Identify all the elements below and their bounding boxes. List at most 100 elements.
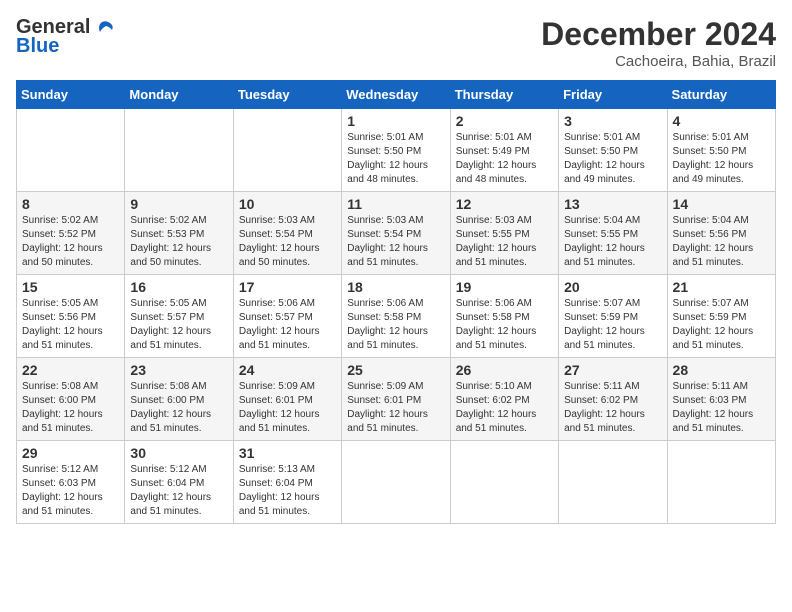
day-info: Sunrise: 5:03 AMSunset: 5:54 PMDaylight:…: [239, 215, 320, 268]
logo-text-blue: Blue: [16, 35, 59, 58]
empty-cell: [17, 109, 125, 192]
column-header-thursday: Thursday: [450, 81, 558, 109]
day-number: 30: [130, 445, 227, 461]
day-info: Sunrise: 5:09 AMSunset: 6:01 PMDaylight:…: [239, 381, 320, 434]
calendar-day-cell: 13 Sunrise: 5:04 AMSunset: 5:55 PMDaylig…: [559, 192, 667, 275]
day-info: Sunrise: 5:11 AMSunset: 6:03 PMDaylight:…: [673, 381, 754, 434]
day-number: 20: [564, 279, 661, 295]
day-info: Sunrise: 5:07 AMSunset: 5:59 PMDaylight:…: [564, 298, 645, 351]
calendar-day-cell: 1 Sunrise: 5:01 AMSunset: 5:50 PMDayligh…: [342, 109, 450, 192]
day-number: 21: [673, 279, 770, 295]
calendar-day-cell: 15 Sunrise: 5:05 AMSunset: 5:56 PMDaylig…: [17, 275, 125, 358]
day-number: 14: [673, 196, 770, 212]
day-number: 10: [239, 196, 336, 212]
calendar-day-cell: 30 Sunrise: 5:12 AMSunset: 6:04 PMDaylig…: [125, 441, 233, 524]
calendar-day-cell: 8 Sunrise: 5:02 AMSunset: 5:52 PMDayligh…: [17, 192, 125, 275]
month-title: December 2024: [541, 16, 776, 53]
calendar-day-cell: 29 Sunrise: 5:12 AMSunset: 6:03 PMDaylig…: [17, 441, 125, 524]
page-header: General Blue December 2024 Cachoeira, Ba…: [16, 16, 776, 70]
day-info: Sunrise: 5:06 AMSunset: 5:57 PMDaylight:…: [239, 298, 320, 351]
day-info: Sunrise: 5:03 AMSunset: 5:54 PMDaylight:…: [347, 215, 428, 268]
logo-bird-icon: [92, 20, 114, 36]
calendar-day-cell: 10 Sunrise: 5:03 AMSunset: 5:54 PMDaylig…: [233, 192, 341, 275]
day-info: Sunrise: 5:02 AMSunset: 5:52 PMDaylight:…: [22, 215, 103, 268]
calendar-week-row: 29 Sunrise: 5:12 AMSunset: 6:03 PMDaylig…: [17, 441, 776, 524]
day-number: 19: [456, 279, 553, 295]
day-info: Sunrise: 5:10 AMSunset: 6:02 PMDaylight:…: [456, 381, 537, 434]
location-subtitle: Cachoeira, Bahia, Brazil: [541, 53, 776, 70]
day-info: Sunrise: 5:02 AMSunset: 5:53 PMDaylight:…: [130, 215, 211, 268]
calendar-day-cell: 11 Sunrise: 5:03 AMSunset: 5:54 PMDaylig…: [342, 192, 450, 275]
day-number: 8: [22, 196, 119, 212]
day-number: 11: [347, 196, 444, 212]
day-number: 25: [347, 362, 444, 378]
calendar-day-cell: 23 Sunrise: 5:08 AMSunset: 6:00 PMDaylig…: [125, 358, 233, 441]
day-number: 17: [239, 279, 336, 295]
calendar-day-cell: 28 Sunrise: 5:11 AMSunset: 6:03 PMDaylig…: [667, 358, 775, 441]
day-number: 16: [130, 279, 227, 295]
day-number: 28: [673, 362, 770, 378]
day-info: Sunrise: 5:08 AMSunset: 6:00 PMDaylight:…: [22, 381, 103, 434]
day-info: Sunrise: 5:07 AMSunset: 5:59 PMDaylight:…: [673, 298, 754, 351]
empty-cell: [342, 441, 450, 524]
empty-cell: [559, 441, 667, 524]
calendar-table: SundayMondayTuesdayWednesdayThursdayFrid…: [16, 80, 776, 524]
calendar-day-cell: 16 Sunrise: 5:05 AMSunset: 5:57 PMDaylig…: [125, 275, 233, 358]
day-number: 27: [564, 362, 661, 378]
calendar-day-cell: 27 Sunrise: 5:11 AMSunset: 6:02 PMDaylig…: [559, 358, 667, 441]
day-info: Sunrise: 5:04 AMSunset: 5:56 PMDaylight:…: [673, 215, 754, 268]
day-info: Sunrise: 5:01 AMSunset: 5:49 PMDaylight:…: [456, 132, 537, 185]
logo: General Blue: [16, 16, 114, 58]
day-number: 13: [564, 196, 661, 212]
day-number: 1: [347, 113, 444, 129]
day-info: Sunrise: 5:13 AMSunset: 6:04 PMDaylight:…: [239, 464, 320, 517]
day-info: Sunrise: 5:05 AMSunset: 5:56 PMDaylight:…: [22, 298, 103, 351]
calendar-day-cell: 4 Sunrise: 5:01 AMSunset: 5:50 PMDayligh…: [667, 109, 775, 192]
empty-cell: [233, 109, 341, 192]
day-number: 31: [239, 445, 336, 461]
calendar-day-cell: 22 Sunrise: 5:08 AMSunset: 6:00 PMDaylig…: [17, 358, 125, 441]
calendar-day-cell: 19 Sunrise: 5:06 AMSunset: 5:58 PMDaylig…: [450, 275, 558, 358]
calendar-day-cell: 3 Sunrise: 5:01 AMSunset: 5:50 PMDayligh…: [559, 109, 667, 192]
calendar-week-row: 8 Sunrise: 5:02 AMSunset: 5:52 PMDayligh…: [17, 192, 776, 275]
calendar-week-row: 22 Sunrise: 5:08 AMSunset: 6:00 PMDaylig…: [17, 358, 776, 441]
empty-cell: [450, 441, 558, 524]
day-number: 18: [347, 279, 444, 295]
empty-cell: [667, 441, 775, 524]
column-header-friday: Friday: [559, 81, 667, 109]
day-info: Sunrise: 5:12 AMSunset: 6:04 PMDaylight:…: [130, 464, 211, 517]
calendar-day-cell: 26 Sunrise: 5:10 AMSunset: 6:02 PMDaylig…: [450, 358, 558, 441]
calendar-day-cell: 2 Sunrise: 5:01 AMSunset: 5:49 PMDayligh…: [450, 109, 558, 192]
day-info: Sunrise: 5:06 AMSunset: 5:58 PMDaylight:…: [347, 298, 428, 351]
day-number: 2: [456, 113, 553, 129]
day-number: 22: [22, 362, 119, 378]
calendar-week-row: 1 Sunrise: 5:01 AMSunset: 5:50 PMDayligh…: [17, 109, 776, 192]
calendar-day-cell: 12 Sunrise: 5:03 AMSunset: 5:55 PMDaylig…: [450, 192, 558, 275]
empty-cell: [125, 109, 233, 192]
day-info: Sunrise: 5:01 AMSunset: 5:50 PMDaylight:…: [564, 132, 645, 185]
day-number: 15: [22, 279, 119, 295]
day-info: Sunrise: 5:06 AMSunset: 5:58 PMDaylight:…: [456, 298, 537, 351]
calendar-day-cell: 14 Sunrise: 5:04 AMSunset: 5:56 PMDaylig…: [667, 192, 775, 275]
title-block: December 2024 Cachoeira, Bahia, Brazil: [541, 16, 776, 70]
calendar-week-row: 15 Sunrise: 5:05 AMSunset: 5:56 PMDaylig…: [17, 275, 776, 358]
day-number: 3: [564, 113, 661, 129]
calendar-day-cell: 9 Sunrise: 5:02 AMSunset: 5:53 PMDayligh…: [125, 192, 233, 275]
calendar-day-cell: 31 Sunrise: 5:13 AMSunset: 6:04 PMDaylig…: [233, 441, 341, 524]
day-number: 29: [22, 445, 119, 461]
column-header-monday: Monday: [125, 81, 233, 109]
day-number: 26: [456, 362, 553, 378]
day-number: 9: [130, 196, 227, 212]
day-info: Sunrise: 5:05 AMSunset: 5:57 PMDaylight:…: [130, 298, 211, 351]
day-info: Sunrise: 5:01 AMSunset: 5:50 PMDaylight:…: [673, 132, 754, 185]
day-number: 24: [239, 362, 336, 378]
day-info: Sunrise: 5:01 AMSunset: 5:50 PMDaylight:…: [347, 132, 428, 185]
calendar-header-row: SundayMondayTuesdayWednesdayThursdayFrid…: [17, 81, 776, 109]
day-info: Sunrise: 5:04 AMSunset: 5:55 PMDaylight:…: [564, 215, 645, 268]
day-info: Sunrise: 5:03 AMSunset: 5:55 PMDaylight:…: [456, 215, 537, 268]
day-info: Sunrise: 5:08 AMSunset: 6:00 PMDaylight:…: [130, 381, 211, 434]
day-info: Sunrise: 5:11 AMSunset: 6:02 PMDaylight:…: [564, 381, 645, 434]
day-info: Sunrise: 5:09 AMSunset: 6:01 PMDaylight:…: [347, 381, 428, 434]
day-number: 4: [673, 113, 770, 129]
calendar-day-cell: 18 Sunrise: 5:06 AMSunset: 5:58 PMDaylig…: [342, 275, 450, 358]
